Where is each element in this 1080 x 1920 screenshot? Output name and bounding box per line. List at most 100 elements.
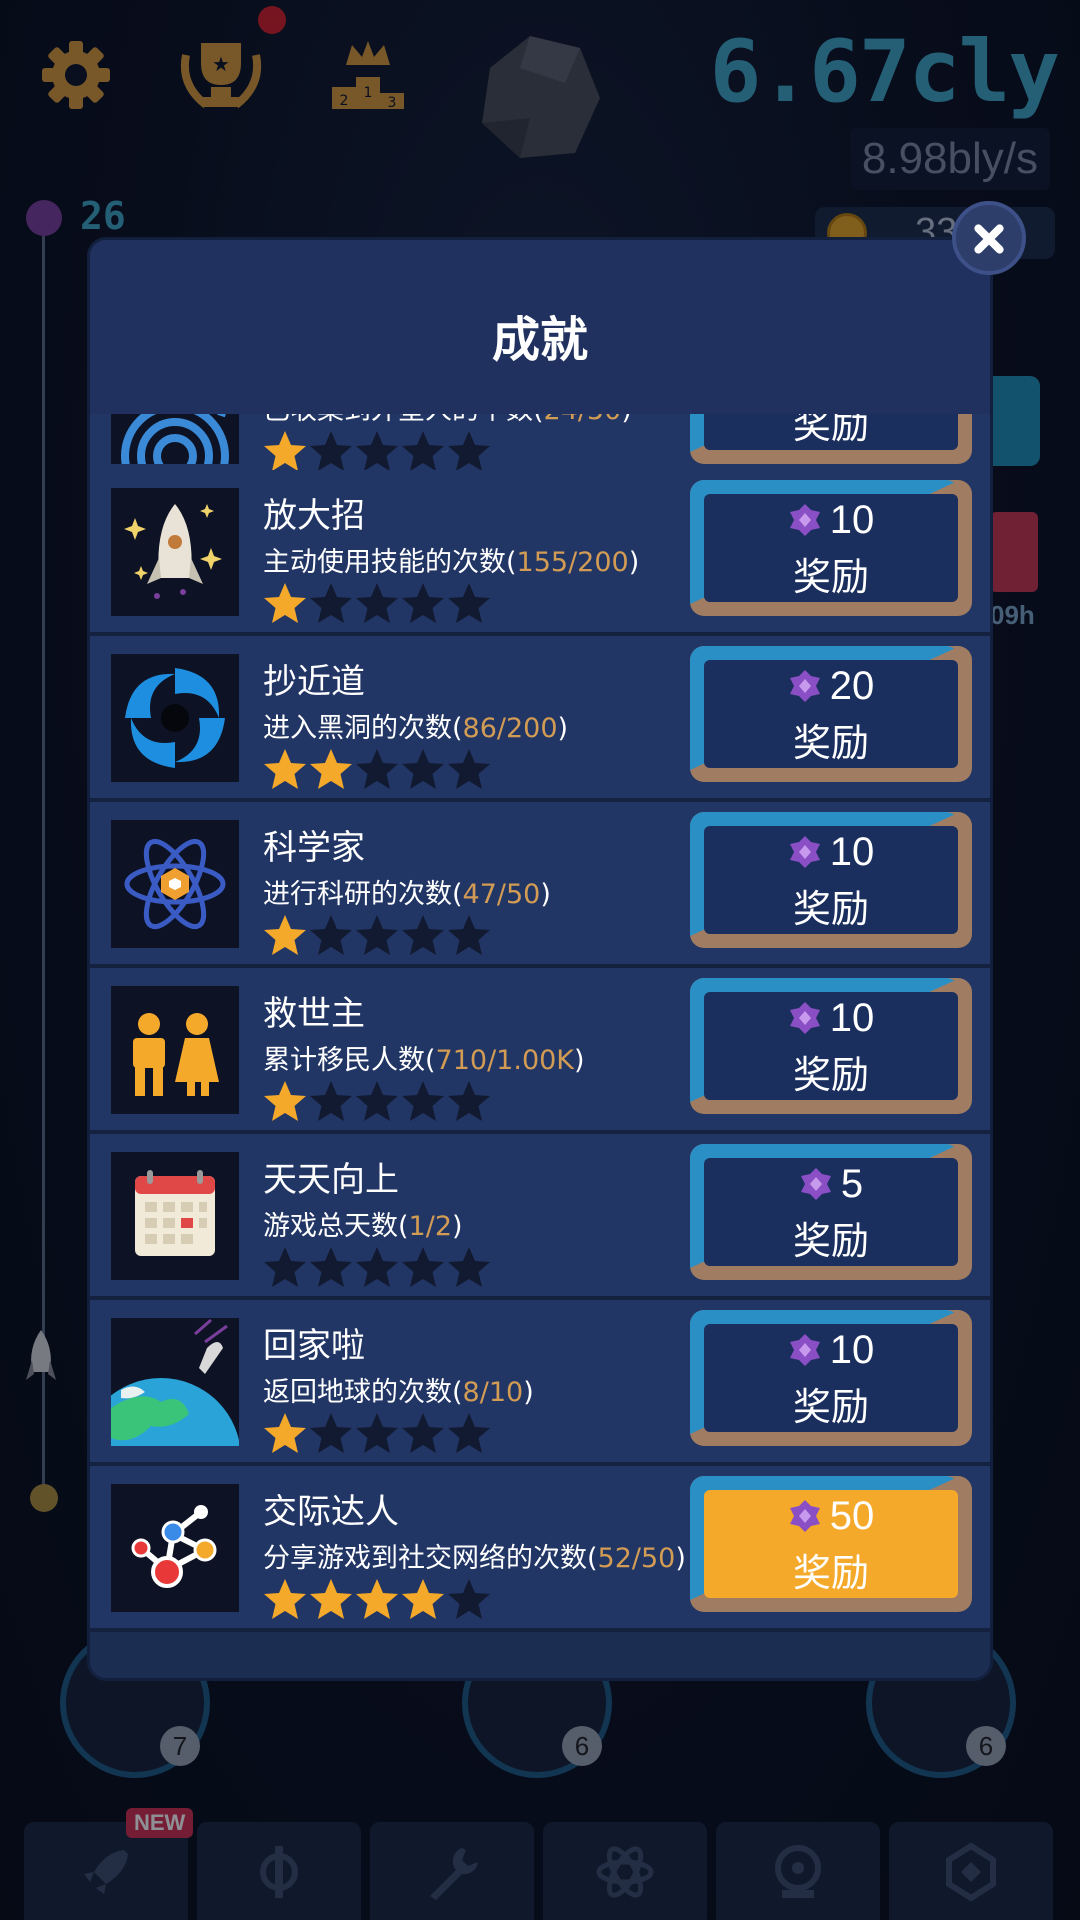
achievement-list[interactable]: 已收集到外星人的个数(24/50)10奖励放大招主动使用技能的次数(155/20…: [90, 414, 990, 1678]
star-empty-icon: [402, 1247, 444, 1287]
star-empty-icon: [310, 1413, 352, 1453]
earth-icon: [111, 1318, 239, 1446]
star-empty-icon: [448, 1081, 490, 1121]
black-hole-icon: [111, 654, 239, 782]
claim-reward-button[interactable]: 10奖励: [690, 480, 972, 616]
achievement-progress: 86/200: [462, 713, 558, 744]
star-rating: [263, 914, 493, 955]
achievement-name: 救世主: [263, 994, 365, 1034]
achievement-row: 交际达人分享游戏到社交网络的次数(52/50) 50 奖励: [90, 1466, 990, 1632]
star-rating: [263, 1412, 493, 1453]
reward-amount: 20: [704, 664, 958, 709]
star-empty-icon: [448, 915, 490, 955]
star-empty-icon: [356, 1081, 398, 1121]
star-empty-icon: [356, 915, 398, 955]
achievement-description: 进入黑洞的次数(86/200): [263, 713, 569, 744]
gem-icon: [789, 1334, 820, 1366]
achievement-name: 交际达人: [263, 1492, 399, 1532]
star-filled-icon: [264, 915, 306, 955]
rocket-icon: [111, 488, 239, 616]
star-empty-icon: [402, 749, 444, 789]
achievement-row: 天天向上游戏总天数(1/2) 5 奖励: [90, 1134, 990, 1300]
star-filled-icon: [264, 1081, 306, 1121]
achievement-name: 抄近道: [263, 662, 365, 702]
star-filled-icon: [264, 1413, 306, 1453]
star-rating: [263, 1246, 493, 1287]
gem-icon: [789, 1500, 820, 1532]
reward-amount: 5: [704, 1162, 958, 1207]
claim-reward-button[interactable]: 10奖励: [690, 414, 972, 464]
achievement-progress: 710/1.00K: [435, 1045, 575, 1076]
gem-icon: [800, 1168, 831, 1200]
achievement-progress: 52/50: [597, 1543, 676, 1574]
star-rating: [263, 1578, 493, 1619]
star-filled-icon: [264, 1579, 306, 1619]
claim-reward-button[interactable]: 50 奖励: [690, 1476, 972, 1612]
gem-icon: [789, 836, 820, 868]
achievement-description: 返回地球的次数(8/10): [263, 1377, 534, 1408]
achievements-modal: 成就 已收集到外星人的个数(24/50)10奖励放大招主动使用技能的次数(155…: [90, 240, 990, 1678]
star-empty-icon: [356, 583, 398, 623]
reward-label: 奖励: [792, 414, 869, 447]
close-button[interactable]: [952, 201, 1026, 275]
star-filled-icon: [264, 431, 306, 471]
star-empty-icon: [310, 1081, 352, 1121]
star-filled-icon: [264, 583, 306, 623]
star-filled-icon: [356, 1579, 398, 1619]
reward-amount: 50: [704, 1494, 958, 1539]
modal-title: 成就: [491, 312, 588, 368]
star-empty-icon: [448, 1579, 490, 1619]
star-empty-icon: [310, 431, 352, 471]
gem-icon: [789, 504, 820, 536]
achievement-progress: 8/10: [462, 1377, 524, 1408]
reward-label: 奖励: [792, 1219, 869, 1263]
star-empty-icon: [448, 1413, 490, 1453]
atom-icon: [111, 820, 239, 948]
achievement-name: 天天向上: [263, 1160, 399, 1200]
gem-icon: [789, 1002, 820, 1034]
achievement-name: 回家啦: [263, 1326, 365, 1366]
reward-label: 奖励: [792, 1385, 869, 1429]
achievement-description: 进行科研的次数(47/50): [263, 879, 551, 910]
star-rating: [263, 748, 493, 789]
achievement-name: 放大招: [263, 496, 365, 536]
achievement-row: 抄近道进入黑洞的次数(86/200) 20 奖励: [90, 636, 990, 802]
reward-amount: 10: [704, 830, 958, 875]
star-empty-icon: [356, 431, 398, 471]
star-empty-icon: [356, 1413, 398, 1453]
achievement-description: 分享游戏到社交网络的次数(52/50): [263, 1543, 686, 1574]
star-empty-icon: [402, 583, 444, 623]
achievement-description: 累计移民人数(710/1.00K): [263, 1045, 585, 1076]
share-network-icon: [111, 1484, 239, 1612]
reward-label: 奖励: [792, 887, 869, 931]
achievement-row: 回家啦返回地球的次数(8/10) 10 奖励: [90, 1300, 990, 1466]
gem-icon: [789, 670, 820, 702]
star-rating: [263, 430, 493, 471]
achievement-progress: 47/50: [462, 879, 541, 910]
star-empty-icon: [402, 1413, 444, 1453]
achievement-row: 救世主累计移民人数(710/1.00K) 10 奖励: [90, 968, 990, 1134]
achievement-progress: 1/2: [408, 1211, 452, 1242]
star-empty-icon: [448, 749, 490, 789]
star-empty-icon: [402, 915, 444, 955]
claim-reward-button[interactable]: 10 奖励: [690, 812, 972, 948]
modal-header: 成就: [90, 240, 990, 414]
star-empty-icon: [356, 1247, 398, 1287]
claim-reward-button[interactable]: 10奖励: [690, 978, 972, 1114]
star-filled-icon: [402, 1579, 444, 1619]
claim-reward-button[interactable]: 5 奖励: [690, 1144, 972, 1280]
claim-reward-button[interactable]: 10 奖励: [690, 1310, 972, 1446]
reward-amount: 10: [704, 498, 958, 543]
star-empty-icon: [310, 583, 352, 623]
claim-reward-button[interactable]: 20 奖励: [690, 646, 972, 782]
alien-icon: [111, 414, 239, 464]
reward-amount: 10: [704, 1328, 958, 1373]
reward-label: 奖励: [792, 721, 869, 765]
people-icon: [111, 986, 239, 1114]
star-empty-icon: [448, 1247, 490, 1287]
achievement-name: 科学家: [263, 828, 365, 868]
achievement-description: 游戏总天数(1/2): [263, 1211, 463, 1242]
star-rating: [263, 582, 493, 623]
reward-amount: 10: [704, 996, 958, 1041]
star-empty-icon: [448, 583, 490, 623]
